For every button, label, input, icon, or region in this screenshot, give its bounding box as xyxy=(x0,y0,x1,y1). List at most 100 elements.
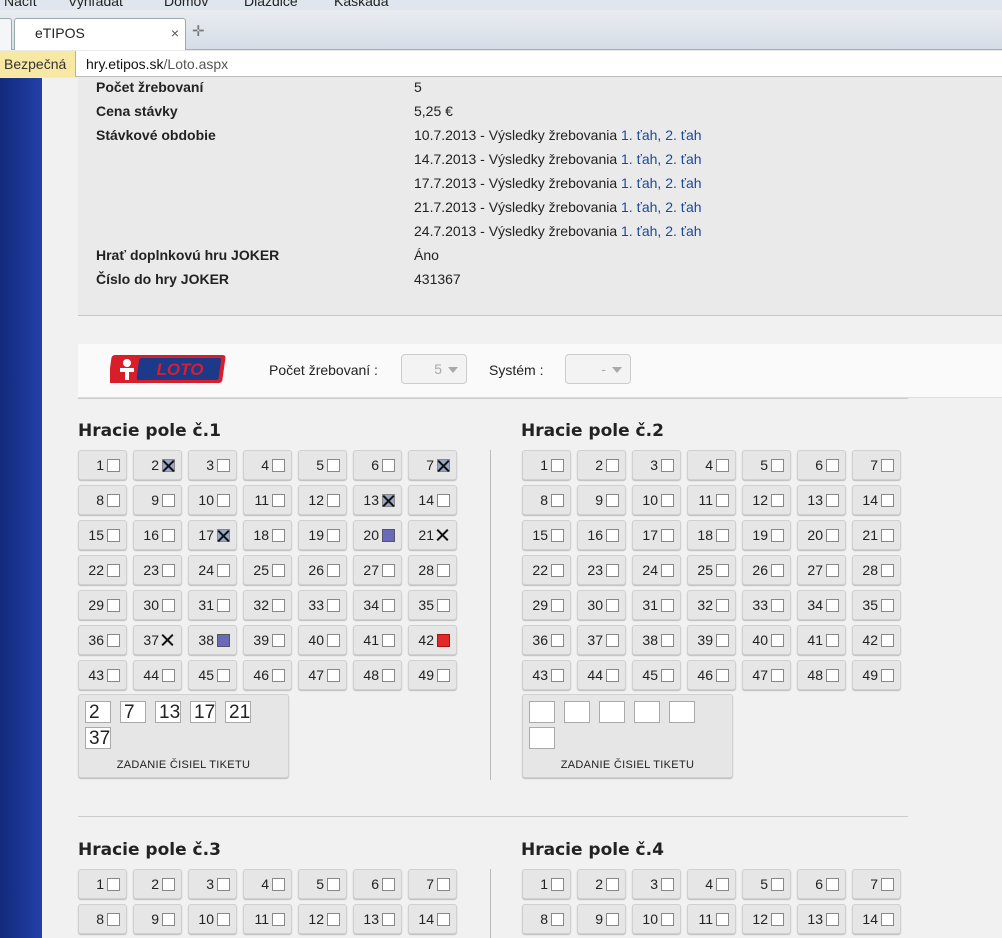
number-cell-16[interactable]: 16 xyxy=(133,520,182,550)
number-checkbox[interactable] xyxy=(327,529,340,542)
number-checkbox[interactable] xyxy=(716,494,729,507)
draw-1-link[interactable]: 1. ťah xyxy=(621,127,657,143)
number-checkbox[interactable] xyxy=(107,669,120,682)
number-checkbox[interactable] xyxy=(272,878,285,891)
number-checkbox[interactable] xyxy=(606,878,619,891)
number-checkbox[interactable] xyxy=(606,669,619,682)
number-checkbox[interactable] xyxy=(272,913,285,926)
number-cell-6[interactable]: 6 xyxy=(353,869,402,899)
number-checkbox[interactable] xyxy=(881,669,894,682)
number-checkbox[interactable] xyxy=(327,599,340,612)
number-checkbox[interactable] xyxy=(217,669,230,682)
number-checkbox[interactable] xyxy=(606,459,619,472)
number-cell-15[interactable]: 15 xyxy=(522,520,571,550)
number-cell-32[interactable]: 32 xyxy=(243,590,292,620)
number-cell-48[interactable]: 48 xyxy=(353,660,402,690)
number-checkbox[interactable] xyxy=(437,913,450,926)
number-checkbox[interactable] xyxy=(437,494,450,507)
number-cell-3[interactable]: 3 xyxy=(632,450,681,480)
url-text[interactable]: hry.etipos.sk/Loto.aspx xyxy=(86,51,228,77)
number-cell-2[interactable]: 2 xyxy=(133,869,182,899)
number-cell-47[interactable]: 47 xyxy=(742,660,791,690)
ticket-number-input[interactable] xyxy=(529,701,555,723)
number-checkbox[interactable] xyxy=(437,669,450,682)
number-checkbox[interactable] xyxy=(826,669,839,682)
number-cell-18[interactable]: 18 xyxy=(687,520,736,550)
number-checkbox[interactable] xyxy=(162,634,175,647)
number-cell-8[interactable]: 8 xyxy=(522,485,571,515)
number-cell-6[interactable]: 6 xyxy=(797,450,846,480)
number-checkbox[interactable] xyxy=(826,878,839,891)
number-cell-38[interactable]: 38 xyxy=(188,625,237,655)
tab-previous[interactable] xyxy=(0,18,12,50)
number-cell-22[interactable]: 22 xyxy=(522,555,571,585)
number-cell-13[interactable]: 13 xyxy=(797,485,846,515)
ticket-number-input[interactable] xyxy=(669,701,695,723)
number-cell-6[interactable]: 6 xyxy=(797,869,846,899)
number-cell-35[interactable]: 35 xyxy=(852,590,901,620)
number-cell-27[interactable]: 27 xyxy=(353,555,402,585)
menu-item-dlazdice[interactable]: Dlaždice xyxy=(244,0,298,9)
number-cell-18[interactable]: 18 xyxy=(243,520,292,550)
tab-etipos[interactable]: eTIPOS × xyxy=(14,18,186,50)
number-checkbox[interactable] xyxy=(162,878,175,891)
number-checkbox[interactable] xyxy=(217,634,230,647)
number-cell-14[interactable]: 14 xyxy=(408,485,457,515)
number-checkbox[interactable] xyxy=(382,494,395,507)
number-cell-7[interactable]: 7 xyxy=(408,869,457,899)
number-checkbox[interactable] xyxy=(771,564,784,577)
new-tab-icon[interactable]: ✛ xyxy=(192,22,205,40)
number-cell-41[interactable]: 41 xyxy=(353,625,402,655)
number-checkbox[interactable] xyxy=(551,913,564,926)
number-cell-11[interactable]: 11 xyxy=(243,485,292,515)
number-cell-45[interactable]: 45 xyxy=(188,660,237,690)
number-checkbox[interactable] xyxy=(217,913,230,926)
number-cell-14[interactable]: 14 xyxy=(852,485,901,515)
number-checkbox[interactable] xyxy=(771,913,784,926)
number-checkbox[interactable] xyxy=(606,564,619,577)
number-checkbox[interactable] xyxy=(437,634,450,647)
number-cell-26[interactable]: 26 xyxy=(742,555,791,585)
number-cell-31[interactable]: 31 xyxy=(188,590,237,620)
number-checkbox[interactable] xyxy=(217,459,230,472)
security-badge[interactable]: Bezpečná xyxy=(0,51,76,77)
number-cell-32[interactable]: 32 xyxy=(687,590,736,620)
number-cell-49[interactable]: 49 xyxy=(408,660,457,690)
number-cell-17[interactable]: 17 xyxy=(188,520,237,550)
number-cell-40[interactable]: 40 xyxy=(298,625,347,655)
number-checkbox[interactable] xyxy=(327,913,340,926)
number-cell-48[interactable]: 48 xyxy=(797,660,846,690)
menu-item-nacit[interactable]: Načít xyxy=(4,0,37,9)
number-checkbox[interactable] xyxy=(551,494,564,507)
number-checkbox[interactable] xyxy=(551,599,564,612)
number-checkbox[interactable] xyxy=(217,494,230,507)
number-checkbox[interactable] xyxy=(551,459,564,472)
number-checkbox[interactable] xyxy=(881,564,894,577)
number-cell-28[interactable]: 28 xyxy=(852,555,901,585)
number-cell-11[interactable]: 11 xyxy=(687,904,736,934)
number-checkbox[interactable] xyxy=(606,494,619,507)
number-cell-25[interactable]: 25 xyxy=(687,555,736,585)
number-cell-7[interactable]: 7 xyxy=(852,450,901,480)
number-checkbox[interactable] xyxy=(382,669,395,682)
number-cell-47[interactable]: 47 xyxy=(298,660,347,690)
number-cell-5[interactable]: 5 xyxy=(298,869,347,899)
number-checkbox[interactable] xyxy=(162,459,175,472)
number-checkbox[interactable] xyxy=(162,564,175,577)
number-checkbox[interactable] xyxy=(716,878,729,891)
number-cell-33[interactable]: 33 xyxy=(298,590,347,620)
number-checkbox[interactable] xyxy=(272,494,285,507)
number-cell-23[interactable]: 23 xyxy=(133,555,182,585)
number-checkbox[interactable] xyxy=(826,913,839,926)
number-checkbox[interactable] xyxy=(771,669,784,682)
number-cell-8[interactable]: 8 xyxy=(522,904,571,934)
number-cell-9[interactable]: 9 xyxy=(133,904,182,934)
number-cell-45[interactable]: 45 xyxy=(632,660,681,690)
number-checkbox[interactable] xyxy=(272,459,285,472)
number-cell-29[interactable]: 29 xyxy=(522,590,571,620)
ticket-number-input[interactable]: 7 xyxy=(120,701,146,723)
number-checkbox[interactable] xyxy=(437,599,450,612)
number-checkbox[interactable] xyxy=(716,459,729,472)
number-checkbox[interactable] xyxy=(661,878,674,891)
number-checkbox[interactable] xyxy=(382,459,395,472)
